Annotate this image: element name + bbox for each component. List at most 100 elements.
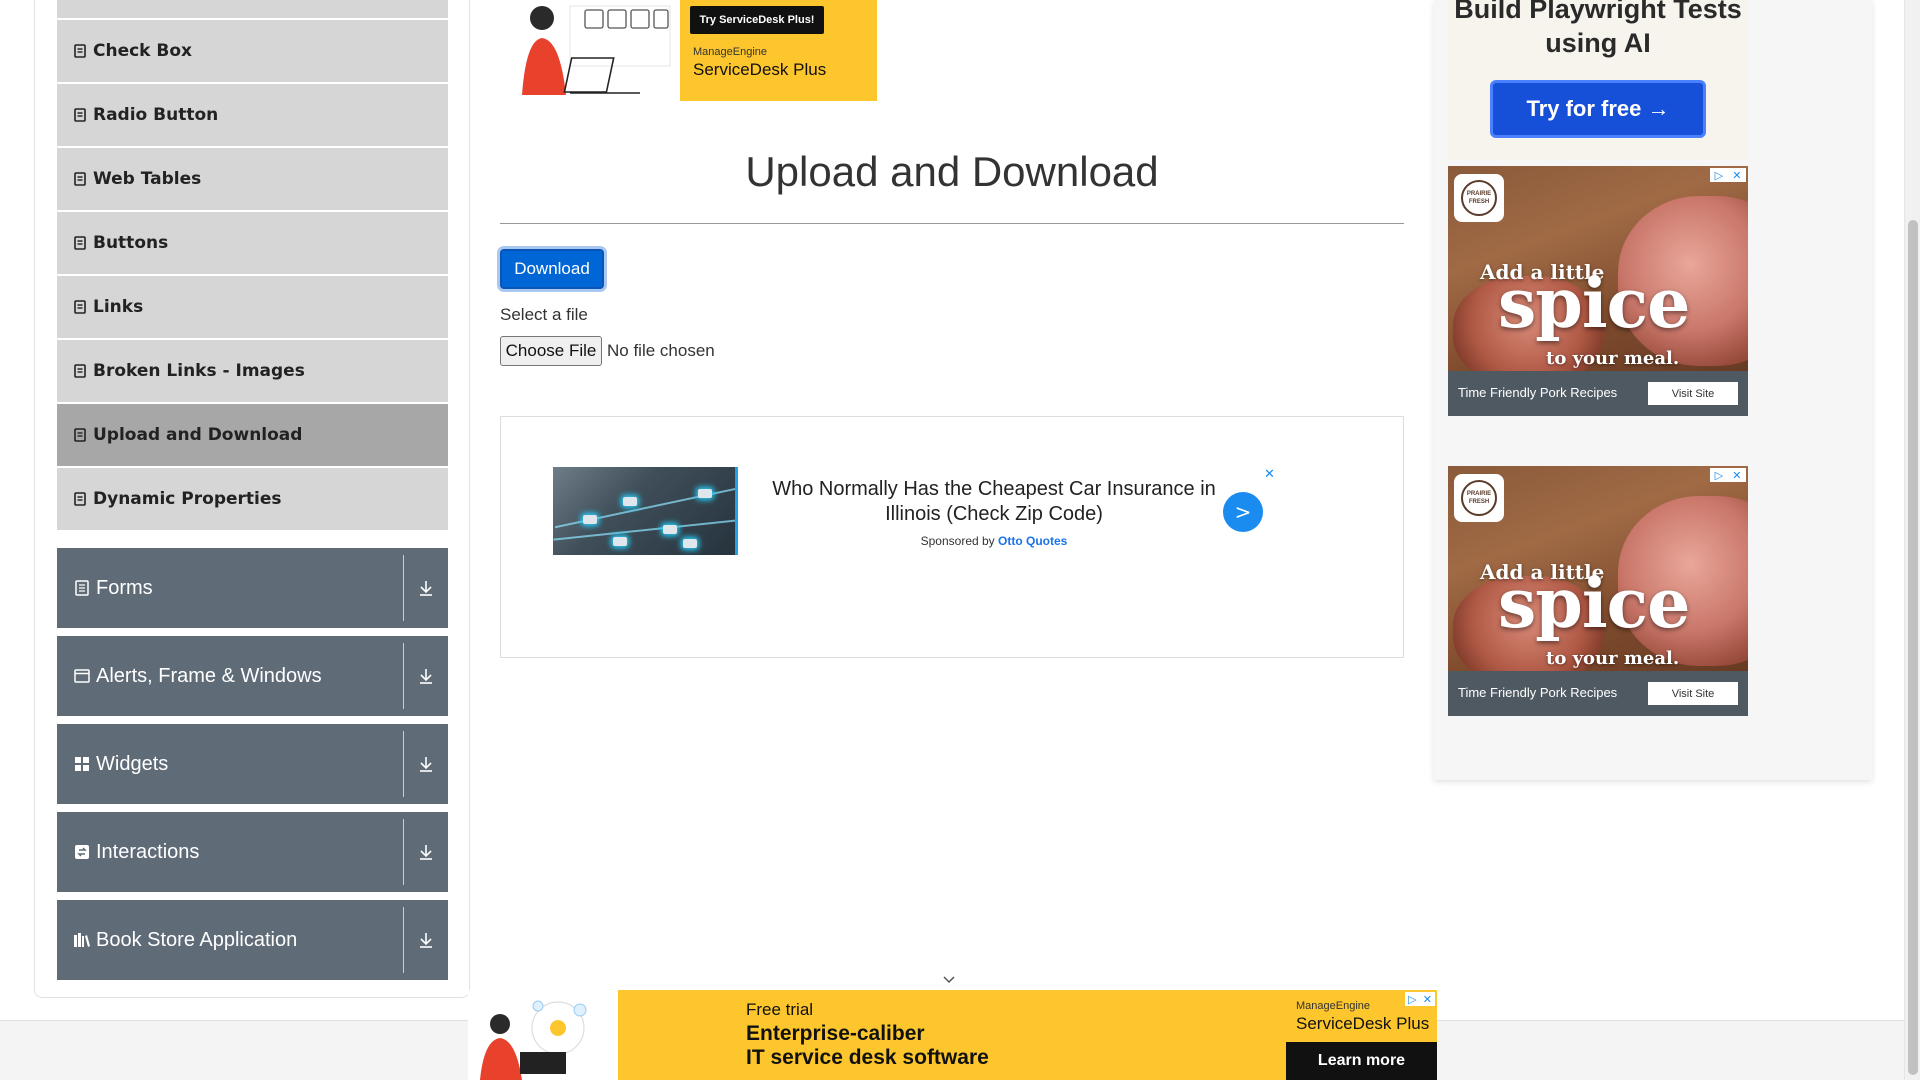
sponsored-prefix: Sponsored by xyxy=(920,534,995,548)
menu-item-partial[interactable] xyxy=(57,0,448,18)
group-label: Book Store Application xyxy=(96,928,298,951)
chevron-down-icon[interactable] xyxy=(942,973,956,987)
menu-item-label: Web Tables xyxy=(93,169,202,189)
ad-illustration xyxy=(468,990,618,1080)
list-icon xyxy=(73,43,87,59)
menu-item-broken-links[interactable]: Broken Links - Images xyxy=(57,340,448,402)
menu-item-buttons[interactable]: Buttons xyxy=(57,212,448,274)
divider xyxy=(403,643,404,709)
menu-item-check-box[interactable]: Check Box xyxy=(57,20,448,82)
visit-site-button[interactable]: Visit Site xyxy=(1648,682,1738,705)
list-icon xyxy=(73,171,87,187)
ad-headline[interactable]: Who Normally Has the Cheapest Car Insura… xyxy=(751,477,1237,527)
menu-item-links[interactable]: Links xyxy=(57,276,448,338)
car xyxy=(623,497,637,506)
visit-site-button[interactable]: Visit Site xyxy=(1648,382,1738,405)
adchoices-icon[interactable]: ▷ ✕ xyxy=(1405,992,1435,1006)
download-arrow-icon xyxy=(414,664,438,688)
ad-line-3: to your meal. xyxy=(1546,648,1680,669)
group-alerts-frame-windows[interactable]: Alerts, Frame & Windows xyxy=(57,636,448,716)
divider xyxy=(403,731,404,797)
download-arrow-icon xyxy=(414,928,438,952)
try-servicedesk-button[interactable]: Try ServiceDesk Plus! xyxy=(690,6,824,34)
ad-line-2: spice xyxy=(1498,564,1690,644)
interactions-icon xyxy=(73,843,91,861)
adchoices-icon[interactable]: ▷ ✕ xyxy=(1710,468,1746,482)
ad-brand-small: ManageEngine xyxy=(693,46,768,58)
group-forms[interactable]: Forms xyxy=(57,548,448,628)
list-icon xyxy=(73,299,87,315)
ad-illustration xyxy=(500,0,680,101)
learn-more-button[interactable]: Learn more xyxy=(1286,1042,1437,1080)
menu-item-label: Links xyxy=(93,297,144,317)
ad-line-2: spice xyxy=(1498,264,1690,344)
ad-image[interactable] xyxy=(553,467,738,555)
play-icon: ▷ xyxy=(1714,468,1724,482)
menu-item-label: Dynamic Properties xyxy=(93,489,282,509)
page-scrollbar[interactable] xyxy=(1904,0,1920,1080)
pork-ad[interactable]: PRAIRIE FRESH ▷ ✕ Add a little spice to y… xyxy=(1448,166,1748,416)
play-icon: ▷ xyxy=(1714,168,1724,182)
list-icon xyxy=(73,235,87,251)
menu-item-upload-download[interactable]: Upload and Download xyxy=(57,404,448,466)
group-widgets[interactable]: Widgets xyxy=(57,724,448,804)
form-icon xyxy=(73,579,91,597)
download-arrow-icon xyxy=(414,576,438,600)
sponsored-ad: Who Normally Has the Cheapest Car Insura… xyxy=(500,416,1404,658)
menu-item-dynamic-properties[interactable]: Dynamic Properties xyxy=(57,468,448,530)
try-for-free-button[interactable]: Try for free → xyxy=(1490,80,1706,138)
ad-sponsor: Sponsored by Otto Quotes xyxy=(751,534,1237,548)
group-book-store[interactable]: Book Store Application xyxy=(57,900,448,980)
car xyxy=(683,539,697,548)
file-status: No file chosen xyxy=(607,341,715,360)
divider xyxy=(403,907,404,973)
close-icon: ✕ xyxy=(1422,992,1432,1006)
download-arrow-icon xyxy=(414,840,438,864)
play-icon: ▷ xyxy=(1408,992,1417,1006)
adchoices-icon[interactable]: ▷ ✕ xyxy=(1710,168,1746,182)
menu-item-radio-button[interactable]: Radio Button xyxy=(57,84,448,146)
elements-menu: Check Box Radio Button Web Tables Button… xyxy=(57,0,448,532)
list-icon xyxy=(73,107,87,123)
group-label: Widgets xyxy=(96,752,169,775)
menu-item-label: Buttons xyxy=(93,233,169,253)
ad-footer-bar: Time Friendly Pork Recipes Visit Site xyxy=(1448,671,1748,716)
divider xyxy=(500,223,1404,224)
ad-headline-line-2: IT service desk software xyxy=(746,1046,989,1069)
menu-item-label: Radio Button xyxy=(93,105,219,125)
group-label: Interactions xyxy=(96,840,200,863)
group-label: Forms xyxy=(96,576,153,599)
file-input[interactable]: Choose File No file chosen xyxy=(500,336,715,366)
download-button[interactable]: Download xyxy=(500,249,604,289)
select-file-label: Select a file xyxy=(500,305,588,324)
close-icon: ✕ xyxy=(1732,468,1742,482)
bottom-banner-ad[interactable]: Free trial Enterprise-caliber IT service… xyxy=(468,990,1437,1080)
right-ad-column: Build Playwright Tests using AI Try for … xyxy=(1434,0,1872,780)
group-interactions[interactable]: Interactions xyxy=(57,812,448,892)
window-icon xyxy=(73,667,91,685)
left-panel: Check Box Radio Button Web Tables Button… xyxy=(34,0,470,998)
playwright-ad[interactable]: Build Playwright Tests using AI Try for … xyxy=(1448,0,1748,160)
top-banner-ad[interactable]: Try ServiceDesk Plus! ManageEngine Servi… xyxy=(500,0,877,101)
playwright-ad-title: Build Playwright Tests using AI xyxy=(1454,0,1742,58)
pork-ad[interactable]: PRAIRIE FRESH ▷ ✕ Add a little spice to y… xyxy=(1448,466,1748,716)
ad-brand-big: ServiceDesk Plus xyxy=(1296,1014,1430,1033)
menu-item-web-tables[interactable]: Web Tables xyxy=(57,148,448,210)
ad-free-trial: Free trial xyxy=(746,1000,814,1019)
menu-item-label: Broken Links - Images xyxy=(93,361,305,381)
ad-go-button[interactable]: > xyxy=(1223,492,1263,532)
menu-item-label: Upload and Download xyxy=(93,425,303,445)
ad-headline-line-1: Enterprise-caliber xyxy=(746,1022,925,1045)
scrollbar-thumb[interactable] xyxy=(1908,220,1918,1075)
widgets-icon xyxy=(73,755,91,773)
list-icon xyxy=(73,363,87,379)
choose-file-button[interactable]: Choose File xyxy=(500,336,602,366)
ad-footer-text: Time Friendly Pork Recipes xyxy=(1458,385,1618,400)
car xyxy=(583,515,597,524)
prairie-fresh-logo: PRAIRIE FRESH xyxy=(1454,474,1504,522)
sponsor-link[interactable]: Otto Quotes xyxy=(998,534,1067,548)
ad-footer-bar: Time Friendly Pork Recipes Visit Site xyxy=(1448,371,1748,416)
list-icon xyxy=(73,491,87,507)
close-icon[interactable]: ✕ xyxy=(1264,467,1275,482)
divider xyxy=(403,555,404,621)
